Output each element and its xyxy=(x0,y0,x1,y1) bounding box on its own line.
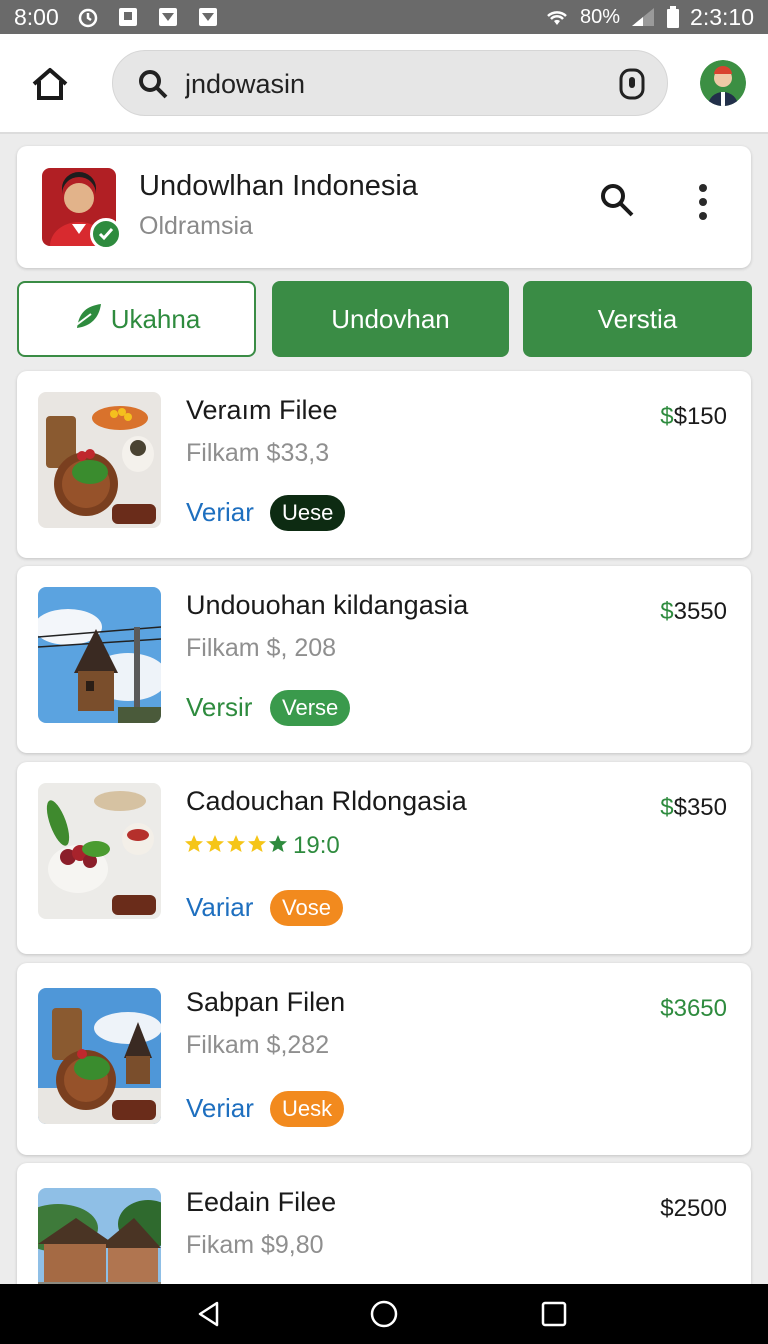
item-price: $$150 xyxy=(660,403,727,431)
item-meta: Filkam $,282 xyxy=(186,1031,330,1059)
leaf-icon xyxy=(73,302,103,337)
search-input[interactable] xyxy=(185,63,585,105)
search-icon xyxy=(137,68,169,100)
battery-icon xyxy=(666,6,680,28)
tab-label: Undovhan xyxy=(331,303,450,334)
item-title: Veraım Filee xyxy=(186,395,338,425)
item-chip[interactable]: Uesk xyxy=(270,1091,345,1127)
home-icon[interactable] xyxy=(28,62,72,106)
status-clock: 2:3:10 xyxy=(690,3,754,30)
profile-subtitle: Oldramsia xyxy=(139,212,253,240)
item-thumbnail xyxy=(38,392,161,528)
status-bar: 8:00 80% 2:3:10 xyxy=(0,0,768,34)
list-item[interactable]: Sabpan Filen Filkam $,282 $3650 Veriar U… xyxy=(17,963,751,1155)
item-chip[interactable]: Verse xyxy=(270,690,351,726)
top-app-bar xyxy=(0,34,768,134)
price-value: $2500 xyxy=(660,1195,727,1222)
signal-icon xyxy=(630,6,656,28)
item-meta: Filkam $33,3 xyxy=(186,439,330,467)
price-value: $150 xyxy=(673,403,727,430)
item-thumbnail xyxy=(38,587,161,723)
list-item[interactable]: Eedain Filee Fikam $9,80 $2500 xyxy=(17,1163,751,1303)
item-price: $3550 xyxy=(660,598,727,626)
search-bar[interactable] xyxy=(112,50,668,116)
price-value: 3650 xyxy=(673,995,727,1022)
price-value: $350 xyxy=(673,794,727,821)
currency-symbol: $ xyxy=(660,598,674,625)
download-icon xyxy=(157,6,179,28)
price-value: 3550 xyxy=(673,598,727,625)
status-time: 8:00 xyxy=(14,3,59,30)
star-icon xyxy=(184,834,204,859)
tab-undovhan[interactable]: Undovhan xyxy=(272,281,509,357)
item-price: $2500 xyxy=(660,1195,727,1223)
wifi-icon xyxy=(544,7,570,27)
profile-name: Undowlhan Indonesia xyxy=(139,170,418,202)
list-item[interactable]: Veraım Filee Filkam $33,3 $$150 Veriar U… xyxy=(17,371,751,558)
list-item[interactable]: Undouohan kildangasia Filkam $, 208 $355… xyxy=(17,566,751,753)
download-icon xyxy=(197,6,219,28)
item-title: Sabpan Filen xyxy=(186,987,346,1017)
tab-ukahna[interactable]: Ukahna xyxy=(17,281,256,357)
star-icon xyxy=(268,834,288,859)
currency-symbol: $ xyxy=(660,995,674,1022)
notification-icon xyxy=(117,6,139,28)
star-icon xyxy=(226,834,246,859)
item-title: Undouohan kildangasia xyxy=(186,590,469,620)
search-icon[interactable] xyxy=(599,182,635,218)
user-avatar[interactable] xyxy=(700,60,746,106)
verified-check-icon xyxy=(90,218,122,250)
profile-card[interactable]: Undowlhan Indonesia Oldramsia xyxy=(17,146,751,268)
item-link[interactable]: Variar xyxy=(186,892,253,923)
list-item[interactable]: Cadouchan Rldongasia 19:0 $$350 Variar V… xyxy=(17,762,751,954)
item-chip[interactable]: Vose xyxy=(270,890,343,926)
battery-percent: 80% xyxy=(580,5,621,28)
item-title: Cadouchan Rldongasia xyxy=(186,786,467,816)
item-link[interactable]: Versir xyxy=(186,692,252,723)
more-vert-icon[interactable] xyxy=(693,182,713,222)
item-price: $3650 xyxy=(660,995,727,1023)
rating-value: 19:0 xyxy=(293,832,340,859)
star-icon xyxy=(205,834,225,859)
nav-back-icon[interactable] xyxy=(195,1300,223,1328)
item-thumbnail xyxy=(38,783,161,919)
mic-icon[interactable] xyxy=(617,67,647,101)
item-link[interactable]: Veriar xyxy=(186,497,254,528)
currency-symbol: $ xyxy=(660,794,674,821)
star-icon xyxy=(247,834,267,859)
alarm-icon xyxy=(77,6,99,28)
item-chip[interactable]: Uese xyxy=(270,495,346,531)
nav-recents-icon[interactable] xyxy=(540,1300,568,1328)
item-meta: Filkam $, 208 xyxy=(186,634,337,662)
item-title: Eedain Filee xyxy=(186,1187,337,1217)
item-meta: Fikam $9,80 xyxy=(186,1231,324,1259)
currency-symbol: $ xyxy=(660,403,674,430)
tab-label: Ukahna xyxy=(110,303,201,334)
nav-home-icon[interactable] xyxy=(370,1300,398,1328)
item-rating: 19:0 xyxy=(184,832,340,860)
tab-verstia[interactable]: Verstia xyxy=(523,281,752,357)
item-link[interactable]: Veriar xyxy=(186,1093,254,1124)
item-thumbnail xyxy=(38,988,161,1124)
system-nav-bar xyxy=(0,1284,768,1344)
item-price: $$350 xyxy=(660,794,727,822)
tab-label: Verstia xyxy=(597,303,678,334)
